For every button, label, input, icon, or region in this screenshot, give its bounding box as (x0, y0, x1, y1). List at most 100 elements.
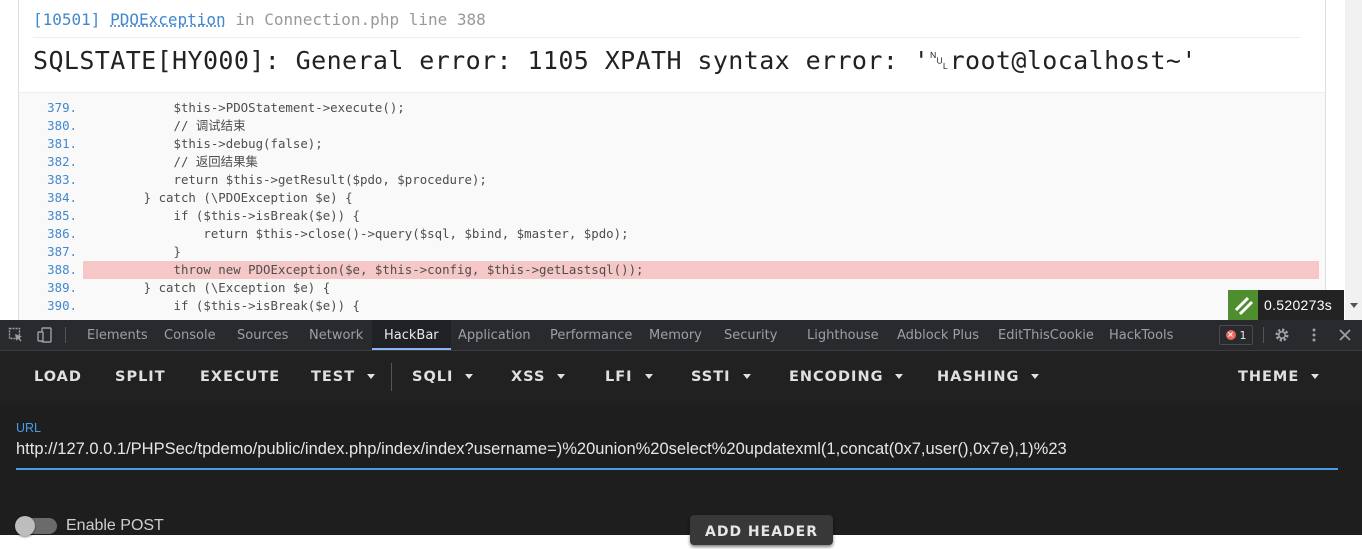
load-button[interactable]: LOAD (34, 351, 82, 403)
line-number: 385. (47, 208, 77, 223)
split-button[interactable]: SPLIT (115, 351, 166, 403)
ssti-menu-button[interactable]: SSTI (691, 351, 751, 403)
test-label: TEST (311, 369, 356, 385)
line-code: if ($this->isBreak($e)) { (84, 208, 361, 223)
line-code: throw new PDOException($e, $this->config… (84, 262, 644, 277)
url-label: URL (16, 421, 42, 435)
encoding-label: ENCODING (789, 369, 884, 385)
tabbar-separator (65, 327, 66, 343)
scroll-down-arrow-icon[interactable] (1350, 303, 1358, 308)
line-number: 379. (47, 100, 77, 115)
ssti-label: SSTI (691, 369, 731, 385)
line-code: return $this->close()->query($sql, $bind… (84, 226, 629, 241)
xss-menu-button[interactable]: XSS (511, 351, 566, 403)
theme-menu-button[interactable]: THEME (1238, 351, 1320, 403)
error-icon: × (1225, 330, 1236, 340)
enable-post-label: Enable POST (66, 517, 164, 534)
sqli-menu-button[interactable]: SQLI (412, 351, 474, 403)
hackbar-body: URL http://127.0.0.1/PHPSec/tpdemo/publi… (0, 403, 1362, 545)
code-line: 381. $this->debug(false); (19, 135, 1325, 153)
tab-hacktools[interactable]: HackTools (1109, 320, 1173, 350)
exception-class-link[interactable]: PDOException (110, 10, 226, 29)
line-word: line (408, 10, 448, 29)
highlighted-code-line: 388. throw new PDOException($e, $this->c… (19, 261, 1325, 279)
line-number: 390. (47, 298, 77, 313)
line-code: } (84, 244, 181, 259)
line-number: 388. (47, 262, 77, 277)
code-line: 383. return $this->getResult($pdo, $proc… (19, 171, 1325, 189)
line-code: // 调试结束 (84, 118, 246, 133)
tab-application[interactable]: Application (458, 320, 531, 350)
line-code: $this->PDOStatement->execute(); (84, 100, 405, 115)
tabbar-separator-right (1263, 327, 1264, 343)
line-number: 381. (47, 136, 77, 151)
code-line: 387. } (19, 243, 1325, 261)
tab-adblock-plus[interactable]: Adblock Plus (897, 320, 979, 350)
line-number: 383. (47, 172, 77, 187)
line-code: $this->debug(false); (84, 136, 323, 151)
sqli-dropdown-caret-icon (465, 373, 474, 379)
tab-elements[interactable]: Elements (87, 320, 148, 350)
sqli-label: SQLI (412, 369, 454, 385)
devtools-tabbar: Elements Console Sources Network HackBar… (0, 320, 1362, 351)
page-content: [10501] PDOException in Connection.php l… (0, 0, 1362, 320)
code-line: 382. // 返回结果集 (19, 153, 1325, 171)
hackbar-toolbar: LOAD SPLIT EXECUTE TEST SQLI XSS LFI SST… (0, 351, 1362, 403)
line-code: } catch (\PDOException $e) { (84, 190, 353, 205)
test-menu-button[interactable]: TEST (311, 351, 376, 403)
device-toolbar-icon[interactable] (37, 327, 53, 343)
code-line: 385. if ($this->isBreak($e)) { (19, 207, 1325, 225)
lfi-label: LFI (605, 369, 633, 385)
xss-dropdown-caret-icon (557, 373, 566, 379)
tab-security[interactable]: Security (724, 320, 777, 350)
more-options-icon[interactable] (1306, 327, 1322, 343)
error-count: 1 (1239, 328, 1247, 342)
load-label: LOAD (34, 369, 82, 385)
execute-button[interactable]: EXECUTE (200, 351, 280, 403)
execute-label: EXECUTE (200, 369, 281, 385)
lfi-dropdown-caret-icon (644, 373, 653, 379)
tab-hackbar[interactable]: HackBar (372, 320, 451, 350)
source-code-block: 379. $this->PDOStatement->execute(); 380.… (19, 92, 1325, 320)
xss-label: XSS (511, 369, 546, 385)
tab-sources[interactable]: Sources (237, 320, 288, 350)
ssti-dropdown-caret-icon (742, 373, 751, 379)
tab-memory[interactable]: Memory (649, 320, 702, 350)
encoding-menu-button[interactable]: ENCODING (789, 351, 904, 403)
encoding-dropdown-caret-icon (895, 373, 904, 379)
code-line: 380. // 调试结束 (19, 117, 1325, 135)
line-number: 389. (47, 280, 77, 295)
add-header-button[interactable]: ADD HEADER (690, 515, 833, 545)
error-count-badge[interactable]: × 1 (1219, 325, 1253, 345)
lfi-menu-button[interactable]: LFI (605, 351, 653, 403)
inspect-element-icon[interactable] (8, 327, 24, 343)
page-scrollbar[interactable] (1345, 0, 1362, 320)
exception-panel: [10501] PDOException in Connection.php l… (18, 0, 1326, 320)
line-code: } catch (\Exception $e) { (84, 280, 331, 295)
line-number: 382. (47, 154, 77, 169)
enable-post-toggle[interactable] (15, 516, 57, 536)
exception-file: Connection.php (264, 10, 400, 29)
line-code: return $this->getResult($pdo, $procedure… (84, 172, 487, 187)
toolbar-divider (391, 363, 392, 391)
tab-editthiscookie[interactable]: EditThisCookie (998, 320, 1094, 350)
hashing-menu-button[interactable]: HASHING (937, 351, 1040, 403)
exception-line: 388 (456, 10, 486, 29)
thinkphp-trace-icon (1228, 290, 1258, 320)
split-label: SPLIT (115, 369, 166, 385)
hashing-dropdown-caret-icon (1031, 373, 1040, 379)
devtools-panel: Elements Console Sources Network HackBar… (0, 320, 1362, 545)
tab-performance[interactable]: Performance (550, 320, 632, 350)
tab-console[interactable]: Console (164, 320, 216, 350)
timer-value: 0.520273s (1264, 297, 1333, 313)
hashing-label: HASHING (937, 369, 1020, 385)
runtime-timer[interactable]: 0.520273s (1228, 290, 1344, 320)
toggle-knob (15, 516, 35, 536)
close-devtools-icon[interactable] (1337, 327, 1353, 343)
settings-gear-icon[interactable] (1274, 327, 1290, 343)
url-input[interactable]: http://127.0.0.1/PHPSec/tpdemo/public/in… (16, 440, 1338, 470)
code-line: 389. } catch (\Exception $e) { (19, 279, 1325, 297)
code-line: 390. if ($this->isBreak($e)) { (19, 297, 1325, 315)
tab-lighthouse[interactable]: Lighthouse (807, 320, 879, 350)
tab-network[interactable]: Network (309, 320, 363, 350)
